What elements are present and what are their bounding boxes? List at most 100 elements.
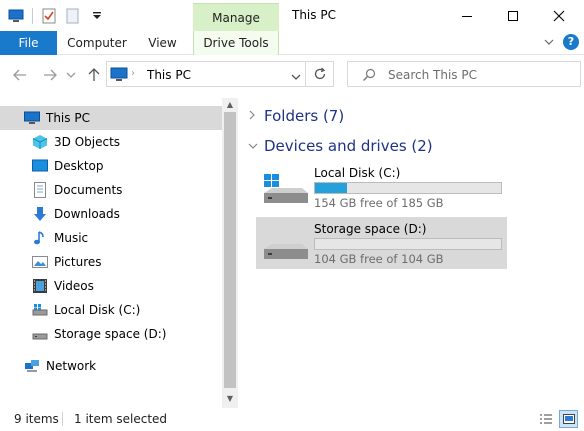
- scroll-up-icon[interactable]: ▲: [222, 98, 238, 112]
- toolbar-divider: [32, 8, 33, 24]
- nav-item-desktop[interactable]: Desktop: [32, 154, 104, 178]
- scroll-down-icon[interactable]: ▼: [222, 392, 238, 406]
- scrollbar-thumb[interactable]: [224, 112, 236, 388]
- title-bar: Manage This PC: [0, 0, 584, 33]
- minimize-button[interactable]: [444, 0, 490, 31]
- drive-name: Storage space (D:): [314, 222, 427, 236]
- selection-count: 1 item selected: [74, 412, 168, 426]
- nav-item-music[interactable]: Music: [32, 226, 88, 250]
- drive-tile-local-disk[interactable]: Local Disk (C:) 154 GB free of 185 GB: [256, 161, 507, 213]
- pc-icon: [24, 110, 40, 126]
- ribbon-tabs: File Computer View Drive Tools ?: [0, 31, 584, 55]
- chevron-down-icon: [66, 72, 76, 78]
- forward-arrow-icon: [44, 69, 57, 81]
- nav-item-network[interactable]: Network: [24, 354, 96, 378]
- search-box[interactable]: Search This PC: [347, 61, 581, 87]
- nav-item-label: Documents: [54, 183, 123, 197]
- tab-view[interactable]: View: [140, 31, 185, 55]
- maximize-icon: [508, 10, 518, 21]
- address-bar[interactable]: › This PC: [106, 61, 306, 87]
- nav-item-label: 3D Objects: [54, 135, 121, 149]
- group-header-folders[interactable]: Folders (7): [248, 107, 344, 125]
- address-history-icon[interactable]: [291, 70, 301, 84]
- close-icon: [553, 10, 565, 21]
- status-divider: [62, 412, 63, 426]
- drive-free-space: 154 GB free of 185 GB: [314, 196, 444, 210]
- desktop-icon: [32, 158, 48, 174]
- item-count: 9 items: [14, 412, 59, 426]
- details-view-icon[interactable]: [537, 410, 555, 428]
- tab-drive-tools[interactable]: Drive Tools: [193, 31, 279, 55]
- tab-computer[interactable]: Computer: [63, 31, 131, 55]
- videos-icon: [32, 278, 48, 294]
- customize-toolbar-icon[interactable]: [89, 8, 105, 24]
- maximize-button[interactable]: [490, 0, 536, 31]
- drive-usage-bar: [314, 238, 502, 250]
- properties-icon[interactable]: [41, 8, 57, 24]
- up-button[interactable]: [84, 64, 104, 86]
- nav-item-label: Network: [46, 359, 97, 373]
- nav-item-downloads[interactable]: Downloads: [32, 202, 120, 226]
- drive-name: Local Disk (C:): [314, 166, 401, 180]
- drive-free-space: 104 GB free of 104 GB: [314, 252, 444, 266]
- 3d-objects-icon: [32, 134, 48, 150]
- nav-item-label: Storage space (D:): [54, 327, 167, 341]
- nav-item-this-pc[interactable]: This PC: [0, 106, 222, 130]
- local-disk-icon: [262, 171, 308, 207]
- nav-item-label: Videos: [54, 279, 94, 293]
- back-button[interactable]: [10, 64, 30, 86]
- group-header-devices[interactable]: Devices and drives (2): [248, 137, 433, 155]
- forward-button[interactable]: [40, 64, 60, 86]
- help-icon[interactable]: ?: [563, 34, 579, 50]
- explorer-icon[interactable]: [8, 8, 24, 24]
- navigation-scrollbar[interactable]: ▲ ▼: [222, 98, 238, 408]
- nav-item-label: This PC: [46, 111, 90, 125]
- back-arrow-icon: [13, 69, 26, 81]
- nav-item-label: Local Disk (C:): [54, 303, 141, 317]
- quick-access-toolbar: [8, 6, 113, 26]
- expand-ribbon-icon[interactable]: [542, 35, 556, 49]
- downloads-icon: [32, 206, 48, 222]
- breadcrumb-location[interactable]: This PC: [147, 68, 191, 82]
- group-header-label: Devices and drives (2): [264, 137, 433, 155]
- group-header-label: Folders (7): [264, 107, 345, 125]
- pictures-icon: [32, 254, 48, 270]
- nav-item-label: Downloads: [54, 207, 120, 221]
- pc-icon: [110, 66, 128, 82]
- status-bar: 9 items 1 item selected: [0, 408, 584, 431]
- storage-drive-icon: [32, 326, 48, 342]
- new-folder-icon[interactable]: [65, 8, 81, 24]
- up-arrow-icon: [88, 68, 100, 81]
- search-placeholder: Search This PC: [388, 68, 477, 82]
- nav-item-label: Desktop: [54, 159, 104, 173]
- navigation-pane: This PC 3D Objects Desktop Documents Dow…: [0, 98, 238, 408]
- music-icon: [32, 230, 48, 246]
- drive-usage-fill: [315, 183, 347, 193]
- nav-item-3d-objects[interactable]: 3D Objects: [32, 130, 120, 154]
- chevron-down-icon: [248, 140, 264, 153]
- recent-locations-button[interactable]: [64, 64, 78, 86]
- refresh-button[interactable]: [306, 61, 334, 87]
- nav-item-documents[interactable]: Documents: [32, 178, 122, 202]
- close-button[interactable]: [536, 0, 582, 31]
- drive-tile-storage-space[interactable]: Storage space (D:) 104 GB free of 104 GB: [256, 217, 507, 269]
- nav-item-storage-space[interactable]: Storage space (D:): [32, 322, 166, 346]
- documents-icon: [32, 182, 48, 198]
- nav-item-pictures[interactable]: Pictures: [32, 250, 102, 274]
- drive-usage-bar: [314, 182, 502, 194]
- large-icons-view-icon[interactable]: [559, 410, 578, 428]
- minimize-icon: [462, 15, 472, 17]
- chevron-right-icon: [248, 110, 264, 123]
- nav-item-label: Music: [54, 231, 89, 245]
- window-title: This PC: [292, 8, 336, 22]
- tab-file[interactable]: File: [0, 31, 57, 55]
- nav-item-label: Pictures: [54, 255, 102, 269]
- storage-drive-icon: [262, 227, 308, 263]
- refresh-icon: [314, 67, 325, 80]
- manage-tab[interactable]: Manage: [193, 3, 279, 33]
- nav-item-local-disk[interactable]: Local Disk (C:): [32, 298, 140, 322]
- search-icon: [362, 68, 376, 85]
- breadcrumb-separator-icon[interactable]: ›: [131, 68, 135, 79]
- nav-item-videos[interactable]: Videos: [32, 274, 94, 298]
- network-icon: [24, 358, 40, 374]
